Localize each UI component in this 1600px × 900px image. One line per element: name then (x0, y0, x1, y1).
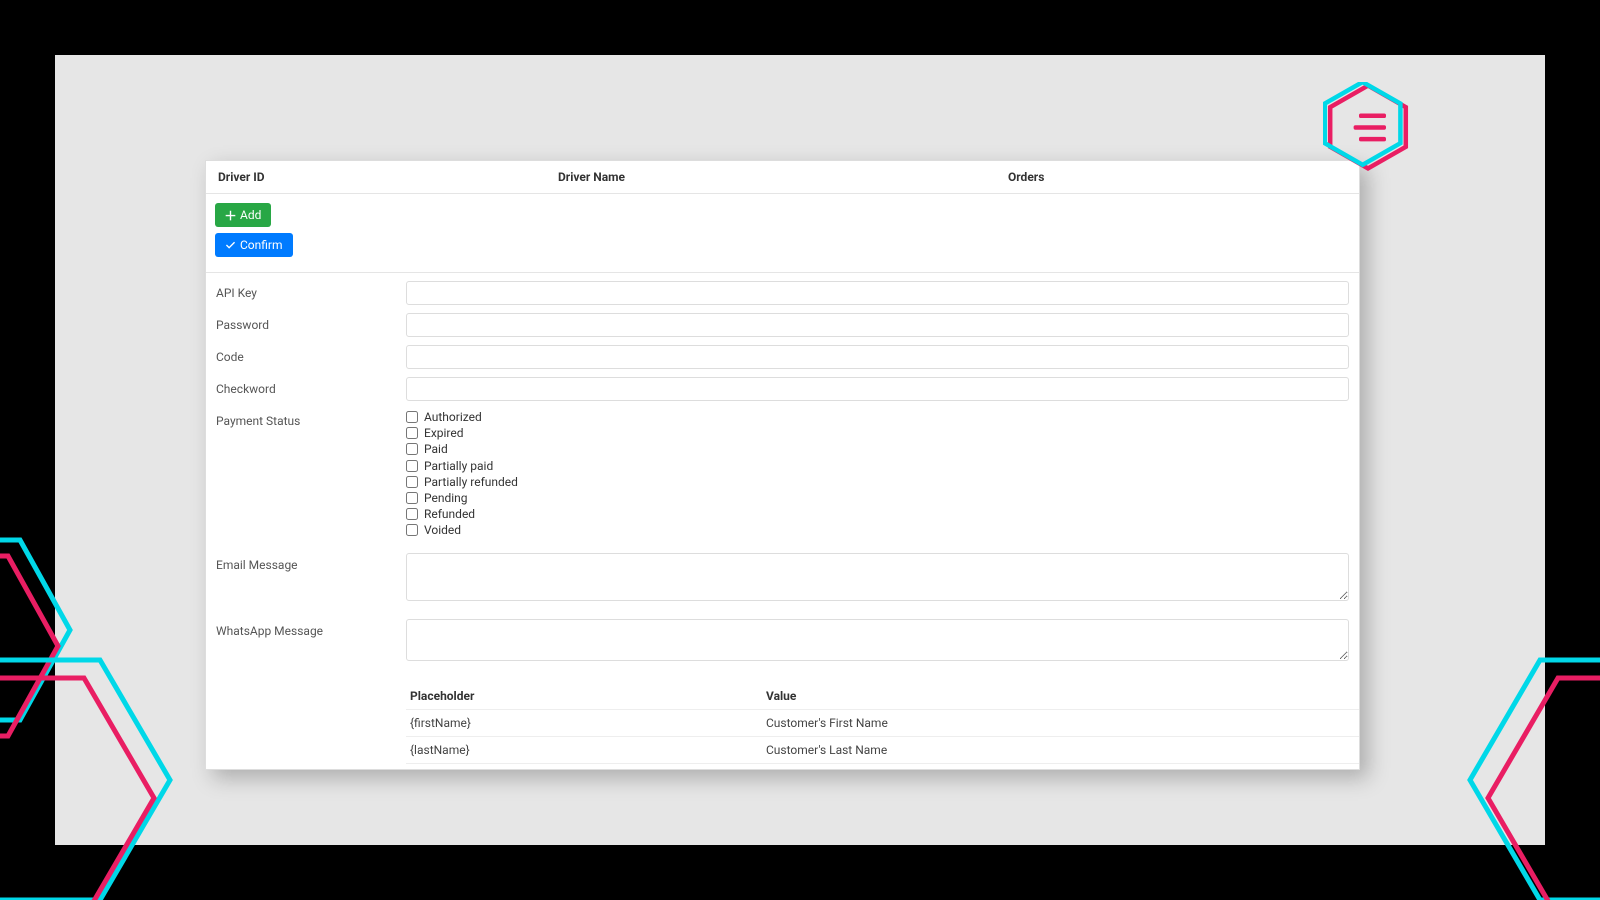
form-content: Driver ID Driver Name Orders Add (206, 161, 1359, 769)
status-label: Refunded (424, 506, 475, 522)
add-button[interactable]: Add (215, 203, 271, 227)
whatsapp-message-input[interactable] (406, 619, 1349, 661)
label-payment-status: Payment Status (216, 409, 406, 428)
label-whatsapp-message: WhatsApp Message (216, 619, 406, 638)
payment-status-option[interactable]: Refunded (406, 506, 1349, 522)
form-scroll[interactable]: Driver ID Driver Name Orders Add (206, 161, 1359, 769)
payment-status-option[interactable]: Partially paid (406, 458, 1349, 474)
payment-status-option[interactable]: Pending (406, 490, 1349, 506)
confirm-button-label: Confirm (240, 238, 283, 252)
password-input[interactable] (406, 313, 1349, 337)
status-checkbox[interactable] (406, 508, 418, 520)
status-checkbox[interactable] (406, 411, 418, 423)
status-checkbox[interactable] (406, 427, 418, 439)
plus-icon (225, 210, 236, 221)
placeholder-row: {firstName}Customer's First Name (406, 709, 1359, 736)
email-message-input[interactable] (406, 553, 1349, 601)
col-driver-name: Driver Name (558, 170, 1008, 184)
status-label: Paid (424, 441, 448, 457)
payment-status-option[interactable]: Partially refunded (406, 474, 1349, 490)
placeholder-reference-table: Placeholder Value {firstName}Customer's … (406, 683, 1359, 770)
payment-status-option[interactable]: Voided (406, 522, 1349, 538)
col-orders: Orders (1008, 170, 1347, 184)
value-col-header: Value (766, 689, 1355, 703)
outer-frame: Driver ID Driver Name Orders Add (0, 0, 1600, 900)
label-email-message: Email Message (216, 553, 406, 572)
label-password: Password (216, 313, 406, 332)
payment-status-option[interactable]: Authorized (406, 409, 1349, 425)
payment-status-option[interactable]: Expired (406, 425, 1349, 441)
placeholder-row: {orderID}Order ID (406, 763, 1359, 770)
add-button-label: Add (240, 208, 261, 222)
action-button-row: Add Confirm (206, 194, 1359, 273)
col-driver-id: Driver ID (218, 170, 558, 184)
placeholder-cell: {lastName} (410, 743, 766, 757)
settings-form-panel: Driver ID Driver Name Orders Add (205, 160, 1360, 770)
label-api-key: API Key (216, 281, 406, 300)
status-checkbox[interactable] (406, 443, 418, 455)
value-cell: Customer's First Name (766, 716, 1355, 730)
status-label: Partially refunded (424, 474, 518, 490)
status-checkbox[interactable] (406, 524, 418, 536)
status-label: Pending (424, 490, 468, 506)
placeholder-col-header: Placeholder (410, 689, 766, 703)
check-icon (225, 240, 236, 251)
placeholder-cell: {firstName} (410, 716, 766, 730)
drivers-table-header: Driver ID Driver Name Orders (206, 161, 1359, 194)
status-label: Expired (424, 425, 464, 441)
status-label: Authorized (424, 409, 482, 425)
status-label: Partially paid (424, 458, 493, 474)
page-backdrop: Driver ID Driver Name Orders Add (55, 55, 1545, 845)
confirm-button[interactable]: Confirm (215, 233, 293, 257)
value-cell: Customer's Last Name (766, 743, 1355, 757)
label-checkword: Checkword (216, 377, 406, 396)
status-checkbox[interactable] (406, 460, 418, 472)
payment-status-options: AuthorizedExpiredPaidPartially paidParti… (406, 409, 1349, 539)
code-input[interactable] (406, 345, 1349, 369)
status-label: Voided (424, 522, 461, 538)
status-checkbox[interactable] (406, 492, 418, 504)
api-key-input[interactable] (406, 281, 1349, 305)
status-checkbox[interactable] (406, 476, 418, 488)
payment-status-option[interactable]: Paid (406, 441, 1349, 457)
label-code: Code (216, 345, 406, 364)
checkword-input[interactable] (406, 377, 1349, 401)
placeholder-row: {lastName}Customer's Last Name (406, 736, 1359, 763)
